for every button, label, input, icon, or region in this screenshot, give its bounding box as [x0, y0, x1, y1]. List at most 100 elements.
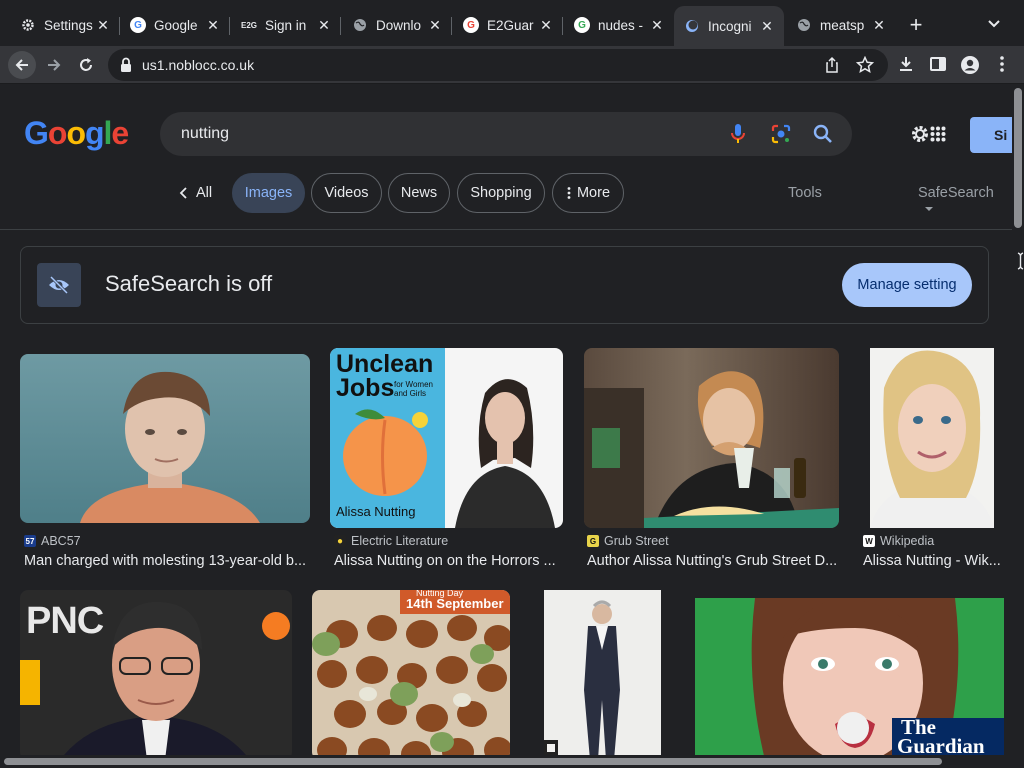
result-thumbnail[interactable]: Unclean Jobs for Women and Girls Alissa …	[330, 348, 563, 528]
tab-strip: Settings ✕ G Google ✕ E2G Sign in ✕ Down…	[0, 0, 1024, 46]
tab-title: E2Guar	[487, 17, 534, 33]
close-icon[interactable]: ✕	[428, 17, 442, 34]
close-icon[interactable]: ✕	[650, 17, 664, 34]
close-icon[interactable]: ✕	[872, 17, 886, 34]
tab-download[interactable]: Downlo ✕	[342, 8, 452, 42]
result-source: G Grub Street	[587, 534, 669, 548]
google-icon: G	[463, 17, 479, 33]
profile-icon[interactable]	[960, 55, 980, 80]
incognito-icon	[684, 18, 700, 34]
google-logo[interactable]: Google	[24, 115, 129, 152]
search-icon[interactable]	[812, 123, 834, 150]
download-icon[interactable]	[897, 55, 915, 78]
manage-setting-button[interactable]: Manage setting	[842, 263, 972, 307]
safesearch-banner: SafeSearch is off Manage setting	[20, 246, 989, 324]
chip-news[interactable]: News	[388, 173, 450, 213]
tab-title: Incogni	[708, 18, 752, 34]
url-text: us1.noblocc.co.uk	[142, 57, 255, 73]
tab-settings[interactable]: Settings ✕	[10, 8, 120, 42]
abc57-icon: 57	[24, 535, 36, 547]
address-bar[interactable]: us1.noblocc.co.uk	[108, 49, 888, 81]
grub-street-icon: G	[587, 535, 599, 547]
chip-images[interactable]: Images	[232, 173, 305, 213]
gear-icon	[20, 17, 36, 33]
close-icon[interactable]: ✕	[96, 17, 110, 34]
result-source: W Wikipedia	[863, 534, 934, 548]
caret-down-icon	[925, 207, 933, 211]
tab-sign-in[interactable]: E2G Sign in ✕	[231, 8, 341, 42]
bookmark-star-icon[interactable]	[855, 55, 875, 79]
search-input[interactable]: nutting	[181, 125, 229, 143]
result-source: 57 ABC57	[24, 534, 81, 548]
tab-title: nudes -	[598, 17, 644, 33]
share-icon[interactable]	[824, 56, 840, 79]
globe-icon	[352, 17, 368, 33]
tab-title: meatsp	[820, 17, 865, 33]
result-thumbnail[interactable]: PNC	[20, 590, 292, 755]
chip-shopping[interactable]: Shopping	[457, 173, 545, 213]
tab-meatspace[interactable]: meatsp ✕	[786, 8, 896, 42]
page-content: Google nutting Si All Images Videos News…	[0, 85, 1012, 755]
chip-all[interactable]: All	[170, 173, 220, 213]
chip-more[interactable]: More	[552, 173, 624, 213]
result-title[interactable]: Man charged with molesting 13-year-old b…	[24, 553, 310, 569]
scroll-thumb[interactable]	[4, 758, 942, 765]
close-icon[interactable]: ✕	[317, 17, 331, 34]
tools-button[interactable]: Tools	[788, 185, 822, 201]
google-icon: G	[574, 17, 590, 33]
result-title[interactable]: Alissa Nutting on on the Horrors ...	[334, 553, 563, 569]
result-thumbnail[interactable]	[544, 590, 661, 755]
arrow-right-icon	[48, 59, 61, 71]
result-thumbnail[interactable]	[584, 348, 839, 528]
new-tab-button[interactable]: +	[903, 12, 929, 38]
side-panel-icon[interactable]	[929, 55, 947, 78]
text-cursor-icon	[1017, 252, 1024, 275]
horizontal-scrollbar[interactable]	[0, 755, 1012, 768]
sign-in-button[interactable]: Si	[970, 117, 1012, 153]
apps-grid-icon[interactable]	[930, 126, 946, 147]
reload-button[interactable]	[72, 51, 100, 79]
tab-title: Downlo	[376, 17, 422, 33]
result-title[interactable]: Alissa Nutting - Wik...	[863, 553, 1003, 569]
reload-icon	[80, 58, 92, 71]
tab-google[interactable]: G Google ✕	[120, 8, 230, 42]
browser-toolbar: us1.noblocc.co.uk	[0, 46, 1024, 84]
result-thumbnail[interactable]: The Guardian	[695, 598, 1004, 755]
chevron-down-icon[interactable]	[984, 14, 1004, 34]
safesearch-button[interactable]: SafeSearch	[918, 185, 1012, 217]
close-icon[interactable]: ✕	[760, 18, 774, 35]
result-thumbnail[interactable]	[870, 348, 994, 528]
arrow-left-icon	[15, 59, 28, 71]
lens-icon[interactable]	[770, 123, 792, 150]
microphone-icon[interactable]	[730, 123, 746, 150]
result-source: ● Electric Literature	[334, 534, 448, 548]
result-thumbnail[interactable]: Nutting Day 14th September	[312, 590, 510, 755]
divider	[0, 229, 1012, 230]
settings-gear-icon[interactable]	[910, 124, 930, 149]
tab-search[interactable]: G nudes - ✕	[564, 8, 674, 42]
tab-title: Settings	[44, 17, 93, 33]
scroll-thumb[interactable]	[1014, 88, 1022, 228]
result-thumbnail[interactable]	[20, 354, 310, 523]
close-icon[interactable]: ✕	[206, 17, 220, 34]
globe-icon	[796, 17, 812, 33]
visibility-off-icon	[37, 263, 81, 307]
more-vert-icon[interactable]	[998, 55, 1006, 78]
tab-title: Sign in	[265, 17, 307, 33]
vertical-scrollbar[interactable]	[1012, 85, 1024, 755]
tab-e2guardian[interactable]: G E2Guar ✕	[453, 8, 563, 42]
result-title[interactable]: Author Alissa Nutting's Grub Street D...	[587, 553, 839, 569]
close-icon[interactable]: ✕	[539, 17, 553, 34]
e2g-icon: E2G	[241, 20, 258, 30]
search-filter-chips: All Images Videos News Shopping More Too…	[0, 173, 1012, 213]
lock-icon[interactable]	[120, 57, 132, 78]
safesearch-status: SafeSearch is off	[105, 271, 273, 296]
google-icon: G	[130, 17, 146, 33]
search-box[interactable]: nutting	[160, 112, 852, 156]
back-button[interactable]	[8, 51, 36, 79]
forward-button[interactable]	[40, 51, 68, 79]
chip-videos[interactable]: Videos	[311, 173, 382, 213]
wikipedia-icon: W	[863, 535, 875, 547]
chevron-left-icon	[179, 187, 187, 199]
tab-incognito[interactable]: Incogni ✕	[674, 6, 784, 46]
